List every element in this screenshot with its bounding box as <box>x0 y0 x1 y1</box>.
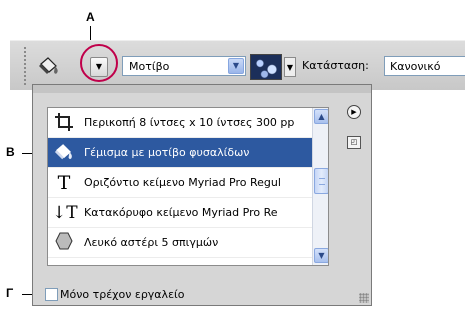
callout-g: Γ <box>6 286 14 300</box>
options-bar-grip[interactable] <box>24 47 30 85</box>
tool-preset-picker-panel: Περικοπή 8 ίντσες x 10 ίντσες 300 pp Γέμ… <box>32 84 372 306</box>
pattern-picker-swatch[interactable] <box>250 54 282 80</box>
list-item[interactable]: Γέμισμα με μοτίβο φυσαλίδων <box>48 138 312 168</box>
scroll-down-button[interactable]: ▼ <box>314 248 328 263</box>
polygon-icon <box>52 232 76 254</box>
create-new-preset-icon[interactable]: ◰ <box>347 136 361 149</box>
paint-bucket-icon <box>52 142 76 164</box>
callout-b: B <box>6 145 15 159</box>
list-item-label: Κατακόρυφο κείμενο Myriad Pro Re <box>84 206 278 219</box>
arrow-tool-icon: ↘ <box>52 262 76 265</box>
mode-label: Κατάσταση: <box>302 59 369 72</box>
panel-flyout-menu-icon[interactable]: ▶ <box>347 105 361 119</box>
chevron-down-icon[interactable]: ▼ <box>228 58 244 74</box>
preset-list-scrollbar[interactable]: ▲ ▼ <box>312 108 328 265</box>
list-item[interactable]: Λευκό αστέρι 5 σπιγμών <box>48 228 312 258</box>
callout-a: A <box>86 10 95 24</box>
panel-resize-grip[interactable] <box>359 293 369 303</box>
fill-source-value: Μοτίβο <box>129 60 170 73</box>
crop-icon <box>52 112 76 134</box>
current-tool-only-label: Μόνο τρέχον εργαλείο <box>60 288 185 301</box>
scrollbar-thumb[interactable] <box>314 168 328 194</box>
horizontal-type-icon: T <box>57 172 71 194</box>
panel-header-strip <box>33 85 371 93</box>
current-tool-only-checkbox[interactable] <box>45 288 58 301</box>
list-item-label: Οριζόντιο κείμενο Myriad Pro Regul <box>84 176 281 189</box>
list-item-label: Λευκό αστέρι 5 σπιγμών <box>84 236 219 249</box>
paint-bucket-icon[interactable] <box>36 55 62 79</box>
list-item[interactable]: Περικοπή 8 ίντσες x 10 ίντσες 300 pp <box>48 108 312 138</box>
list-item[interactable]: ↓T Κατακόρυφο κείμενο Myriad Pro Re <box>48 198 312 228</box>
vertical-type-icon: ↓T <box>52 203 78 223</box>
tool-preset-list[interactable]: Περικοπή 8 ίντσες x 10 ίντσες 300 pp Γέμ… <box>47 107 329 266</box>
chevron-down-icon[interactable]: ▼ <box>284 57 296 77</box>
list-item-partial[interactable]: ↘ <box>48 258 312 265</box>
list-item[interactable]: T Οριζόντιο κείμενο Myriad Pro Regul <box>48 168 312 198</box>
mode-value: Κανονικό <box>390 60 441 73</box>
fill-source-select[interactable]: Μοτίβο ▼ <box>122 56 246 76</box>
tool-preset-dropdown-button[interactable]: ▼ <box>90 57 108 77</box>
scroll-up-button[interactable]: ▲ <box>314 109 328 124</box>
list-item-label: Περικοπή 8 ίντσες x 10 ίντσες 300 pp <box>84 116 295 129</box>
mode-select[interactable]: Κανονικό <box>384 56 465 76</box>
list-item-label: Γέμισμα με μοτίβο φυσαλίδων <box>84 146 250 159</box>
tool-options-bar: ▼ Μοτίβο ▼ ▼ Κατάσταση: Κανονικό <box>10 40 465 90</box>
